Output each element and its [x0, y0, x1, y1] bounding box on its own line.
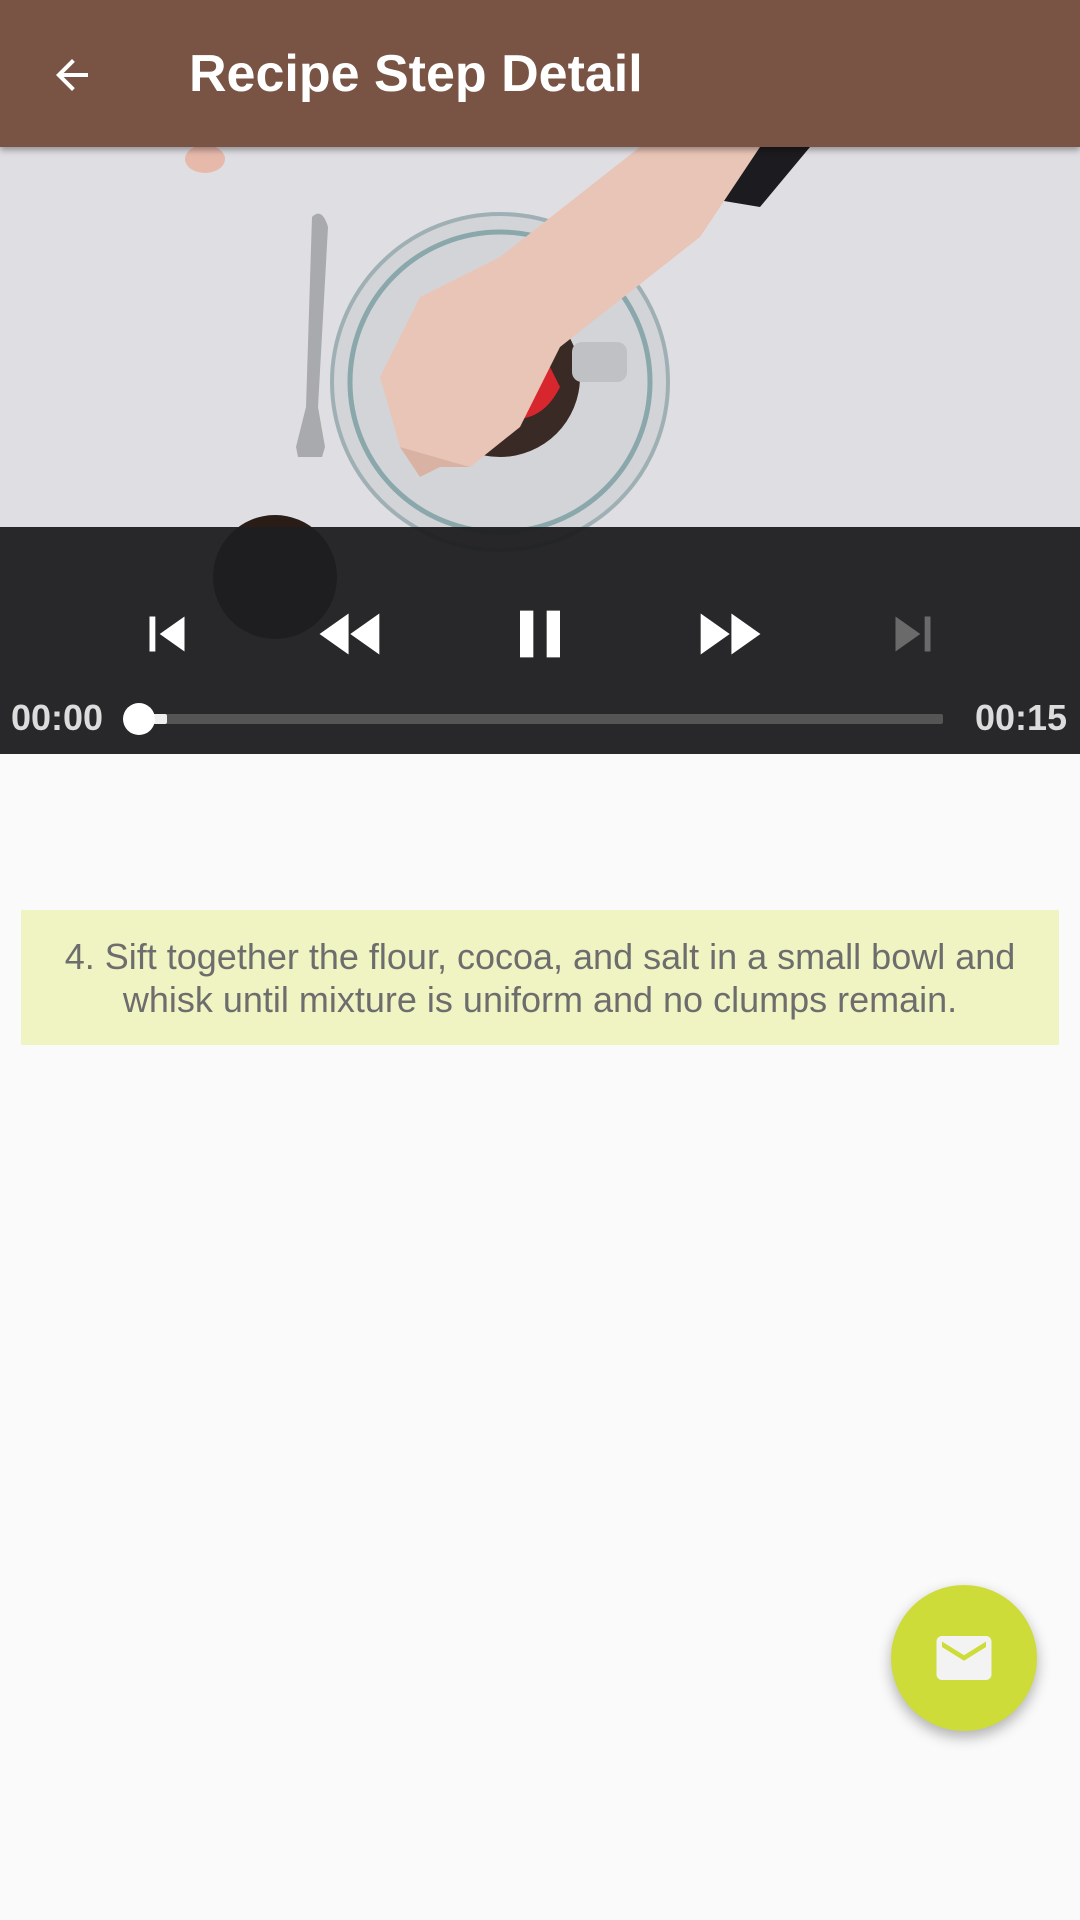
fast-forward-button[interactable] [673, 579, 783, 689]
pause-button[interactable] [485, 579, 595, 689]
skip-next-icon [895, 616, 931, 652]
skip-previous-icon [149, 616, 185, 652]
video-player[interactable]: 00:00 00:15 [0, 147, 1080, 754]
page-title: Recipe Step Detail [189, 45, 643, 103]
seek-bar[interactable] [123, 703, 943, 735]
back-button[interactable] [30, 33, 114, 117]
pause-icon [520, 610, 560, 658]
rewind-button[interactable] [297, 579, 407, 689]
app-bar: Recipe Step Detail [0, 0, 1080, 147]
step-description-card: 4. Sift together the flour, cocoa, and s… [21, 910, 1059, 1045]
arrow-back-icon [56, 59, 88, 91]
rewind-icon [319, 613, 380, 655]
fast-forward-icon [700, 613, 761, 655]
skip-previous-button[interactable] [112, 579, 222, 689]
current-time: 00:00 [11, 697, 104, 738]
step-description: 4. Sift together the flour, cocoa, and s… [64, 935, 1016, 1020]
duration: 00:15 [975, 697, 1068, 738]
skip-next-button[interactable] [858, 579, 968, 689]
email-icon [936, 1636, 992, 1680]
seek-thumb[interactable] [123, 703, 156, 735]
email-fab[interactable] [891, 1585, 1037, 1731]
